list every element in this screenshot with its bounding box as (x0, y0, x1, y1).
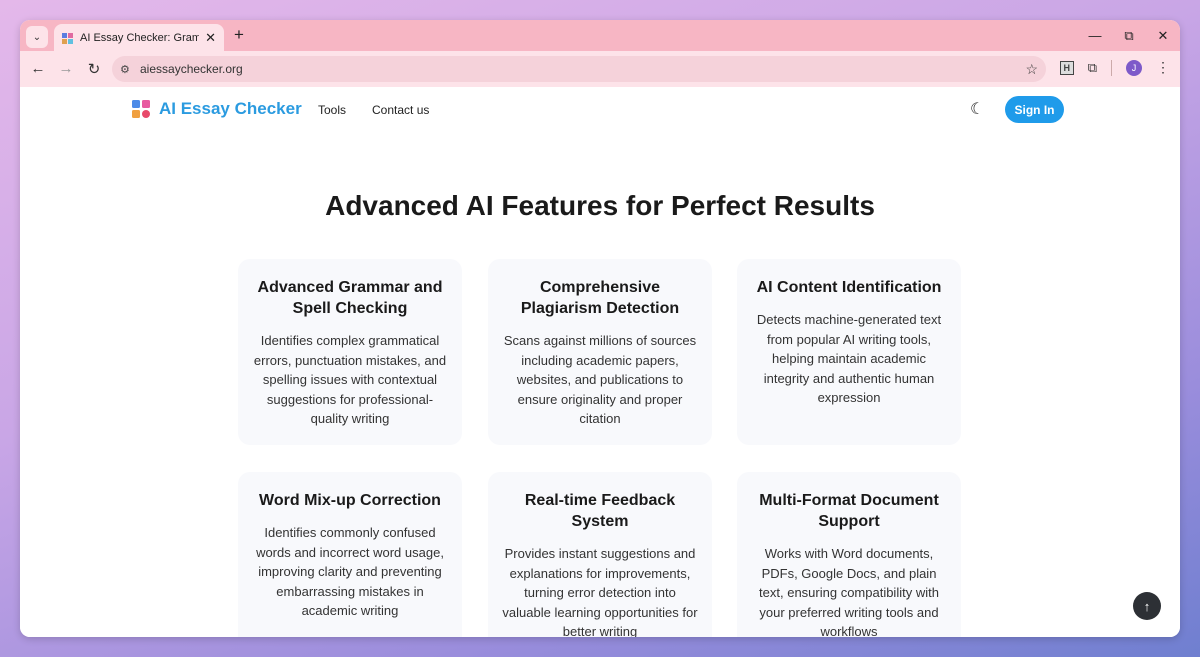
url-text[interactable]: aiessaychecker.org (140, 62, 1025, 76)
feature-title: Advanced Grammar and Spell Checking (257, 279, 443, 317)
nav-contact-us[interactable]: Contact us (372, 103, 429, 117)
feature-title: Comprehensive Plagiarism Detection (520, 279, 680, 317)
minimize-icon[interactable]: — (1078, 20, 1112, 51)
restore-icon[interactable]: ⧉ (1112, 20, 1146, 51)
tab-close-icon[interactable]: ✕ (205, 30, 216, 46)
feature-card: AI Content Identification Detects machin… (737, 259, 961, 445)
site-logo[interactable]: AI Essay Checker (132, 99, 302, 119)
nav-tools[interactable]: Tools (318, 103, 346, 117)
forward-icon[interactable]: → (52, 60, 80, 78)
logo-icon (132, 100, 150, 118)
browser-tab[interactable]: AI Essay Checker: Grammar, Pla ✕ (54, 24, 224, 51)
tab-search-icon[interactable]: ⌄ (26, 26, 48, 48)
bookmark-star-icon[interactable]: ☆ (1025, 61, 1038, 78)
reload-icon[interactable]: ↻ (80, 60, 108, 78)
profile-avatar[interactable]: J (1126, 59, 1142, 76)
feature-description: Identifies commonly confused words and i… (256, 525, 444, 619)
feature-description: Scans against millions of sources includ… (503, 333, 697, 427)
browser-window: ⌄ AI Essay Checker: Grammar, Pla ✕ + — ⧉… (20, 20, 1180, 637)
section-title: Advanced AI Features for Perfect Results (325, 190, 875, 221)
feature-card: Comprehensive Plagiarism Detection Scans… (488, 259, 712, 445)
menu-dots-icon[interactable]: ⋮ (1156, 59, 1170, 76)
close-window-icon[interactable]: ✕ (1146, 20, 1180, 51)
feature-card: Real-time Feedback System Provides insta… (488, 472, 712, 637)
feature-title: Real-time Feedback System (524, 492, 676, 530)
tab-title: AI Essay Checker: Grammar, Pla (80, 31, 200, 44)
favicon-icon (62, 32, 74, 44)
tab-strip: ⌄ AI Essay Checker: Grammar, Pla ✕ + — ⧉… (20, 20, 1180, 51)
scroll-to-top-button[interactable]: ↑ (1133, 592, 1161, 620)
feature-description: Identifies complex grammatical errors, p… (253, 333, 447, 427)
feature-title: Word Mix-up Correction (259, 492, 441, 509)
feature-description: Detects machine-generated text from popu… (756, 312, 942, 406)
feature-card: Multi-Format Document Support Works with… (737, 472, 961, 637)
extensions-puzzle-icon[interactable]: ⧉ (1088, 60, 1097, 76)
new-tab-icon[interactable]: + (234, 25, 244, 45)
address-bar[interactable]: ⚙ aiessaychecker.org ☆ (112, 56, 1046, 82)
logo-text: AI Essay Checker (159, 99, 302, 118)
toolbar-divider (1111, 59, 1112, 76)
site-info-icon[interactable]: ⚙ (120, 63, 140, 76)
browser-toolbar: ← → ↻ ⚙ aiessaychecker.org ☆ H ⧉ J ⋮ (20, 51, 1180, 87)
feature-description: Works with Word documents, PDFs, Google … (759, 546, 939, 637)
back-icon[interactable]: ← (24, 60, 52, 78)
site-header: AI Essay Checker Tools Contact us ☾ Sign… (20, 87, 1180, 131)
feature-card: Word Mix-up Correction Identifies common… (238, 472, 462, 637)
feature-title: AI Content Identification (756, 279, 942, 296)
sign-in-button[interactable]: Sign In (1005, 96, 1064, 123)
extension-h-icon[interactable]: H (1059, 60, 1074, 75)
window-controls: — ⧉ ✕ (1078, 20, 1180, 51)
feature-description: Provides instant suggestions and explana… (502, 546, 698, 637)
feature-title: Multi-Format Document Support (759, 492, 939, 530)
web-page: AI Essay Checker Tools Contact us ☾ Sign… (20, 87, 1180, 637)
feature-card: Advanced Grammar and Spell Checking Iden… (238, 259, 462, 445)
dark-mode-moon-icon[interactable]: ☾ (970, 99, 984, 119)
